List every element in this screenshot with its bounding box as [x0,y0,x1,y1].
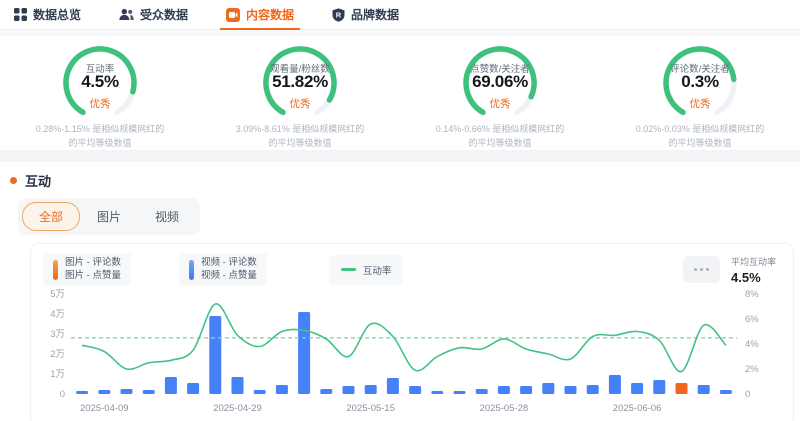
gauge-note: 0.28%-1.15% 是相似规模网红的的平均等级数值 [36,122,165,150]
tab-label: 品牌数据 [351,6,399,23]
svg-text:R: R [336,10,342,19]
legend-line2: 图片 - 点赞量 [65,270,121,281]
section-divider [0,150,800,162]
legend-image-series[interactable]: 图片 - 评论数图片 - 点赞量 [43,253,131,286]
media-filter-group: 全部 图片 视频 [18,198,200,235]
gauge-card-views-per-fans: 观看量/粉丝数 51.82% 优秀 3.09%-8.61% 是相似规模网红的的平… [200,43,400,150]
chart-header: 图片 - 评论数图片 - 点赞量 视频 - 评论数视频 - 点赞量 互动率 平均… [43,253,781,286]
section-bullet-icon [10,177,17,184]
gauge-value: 51.82% [258,72,342,92]
svg-text:8%: 8% [745,289,759,300]
more-options-button[interactable] [683,256,720,283]
legend-rate-line[interactable]: 互动率 [329,255,404,285]
average-rate-block: 平均互动率 4.5% [731,255,781,285]
legend-label: 互动率 [363,263,392,277]
svg-text:2万: 2万 [50,349,65,360]
gauge-value: 69.06% [458,72,542,92]
filter-all[interactable]: 全部 [22,202,80,231]
audience-icon [119,8,134,21]
gauge-grade-badge: 优秀 [458,96,542,111]
svg-text:4万: 4万 [50,309,65,320]
legend-line2: 视频 - 点赞量 [201,270,257,281]
section-title: 互动 [25,171,51,190]
legend-line1: 视频 - 评论数 [201,257,257,268]
green-line-icon [341,268,356,271]
gauge-note: 0.02%-0.03% 是相似规模网红的的平均等级数值 [636,122,765,150]
tab-audience-data[interactable]: 受众数据 [119,0,188,29]
gauge-value: 0.3% [658,72,742,92]
svg-text:4%: 4% [745,339,759,350]
tab-label: 数据总览 [33,6,81,23]
svg-text:2025-05-28: 2025-05-28 [480,403,529,414]
gauge-note: 0.14%-0.66% 是相似规模网红的的平均等级数值 [436,122,565,150]
gauge-card-comments-per-follower: 评论数/关注者 0.3% 优秀 0.02%-0.03% 是相似规模网红的的平均等… [600,43,800,150]
chart-body: 5万 4万 3万 2万 1万 0 8% 6% 4% 2% 0 2025-04-09 2025-04-29… [43,288,781,421]
tab-label: 内容数据 [246,6,294,23]
dot-icon [700,268,703,271]
interaction-bar-line-chart[interactable]: 5万 4万 3万 2万 1万 0 8% 6% 4% 2% 0 2025-04-09 2025-04-29… [43,288,781,421]
filter-images[interactable]: 图片 [80,202,138,231]
blue-bar-icon [189,260,194,280]
tab-content-data[interactable]: 内容数据 [226,0,294,29]
svg-text:3万: 3万 [50,329,65,340]
average-rate-label: 平均互动率 [731,255,781,268]
dot-icon [694,268,697,271]
gauge-card-engagement-rate: 互动率 4.5% 优秀 0.28%-1.15% 是相似规模网红的的平均等级数值 [0,43,200,150]
legend-line1: 图片 - 评论数 [65,257,121,268]
gauge-note: 3.09%-8.61% 是相似规模网红的的平均等级数值 [236,122,365,150]
gauge-row: 互动率 4.5% 优秀 0.28%-1.15% 是相似规模网红的的平均等级数值 … [0,36,800,150]
gauge-grade-badge: 优秀 [258,96,342,111]
tab-data-overview[interactable]: 数据总览 [14,0,81,29]
dot-icon [706,268,709,271]
orange-bar-icon [53,260,58,280]
svg-text:5万: 5万 [50,289,65,300]
tab-label: 受众数据 [140,6,188,23]
gauge-grade-badge: 优秀 [58,96,142,111]
tab-brand-data[interactable]: R 品牌数据 [332,0,399,29]
svg-text:2025-04-09: 2025-04-09 [80,403,129,414]
filter-videos[interactable]: 视频 [138,202,196,231]
legend-video-series[interactable]: 视频 - 评论数视频 - 点赞量 [179,253,267,286]
svg-text:2%: 2% [745,364,759,375]
brand-shield-icon: R [332,8,345,22]
svg-text:2025-05-15: 2025-05-15 [346,403,395,414]
svg-text:6%: 6% [745,314,759,325]
grid-icon [14,8,27,21]
average-rate-value: 4.5% [731,270,781,285]
top-tab-bar: 数据总览 受众数据 内容数据 R 品牌数据 [0,0,800,30]
svg-text:0: 0 [745,389,750,400]
svg-text:2025-06-06: 2025-06-06 [613,403,662,414]
svg-text:2025-04-29: 2025-04-29 [213,403,262,414]
gauge-grade-badge: 优秀 [658,96,742,111]
content-video-icon [226,8,240,22]
gauge-value: 4.5% [58,72,142,92]
section-header-interaction: 互动 [0,162,800,195]
gauge-card-likes-per-follower: 点赞数/关注者 69.06% 优秀 0.14%-0.66% 是相似规模网红的的平… [400,43,600,150]
interaction-chart-card: 图片 - 评论数图片 - 点赞量 视频 - 评论数视频 - 点赞量 互动率 平均… [30,243,794,421]
svg-text:1万: 1万 [50,369,65,380]
svg-text:0: 0 [60,389,65,400]
